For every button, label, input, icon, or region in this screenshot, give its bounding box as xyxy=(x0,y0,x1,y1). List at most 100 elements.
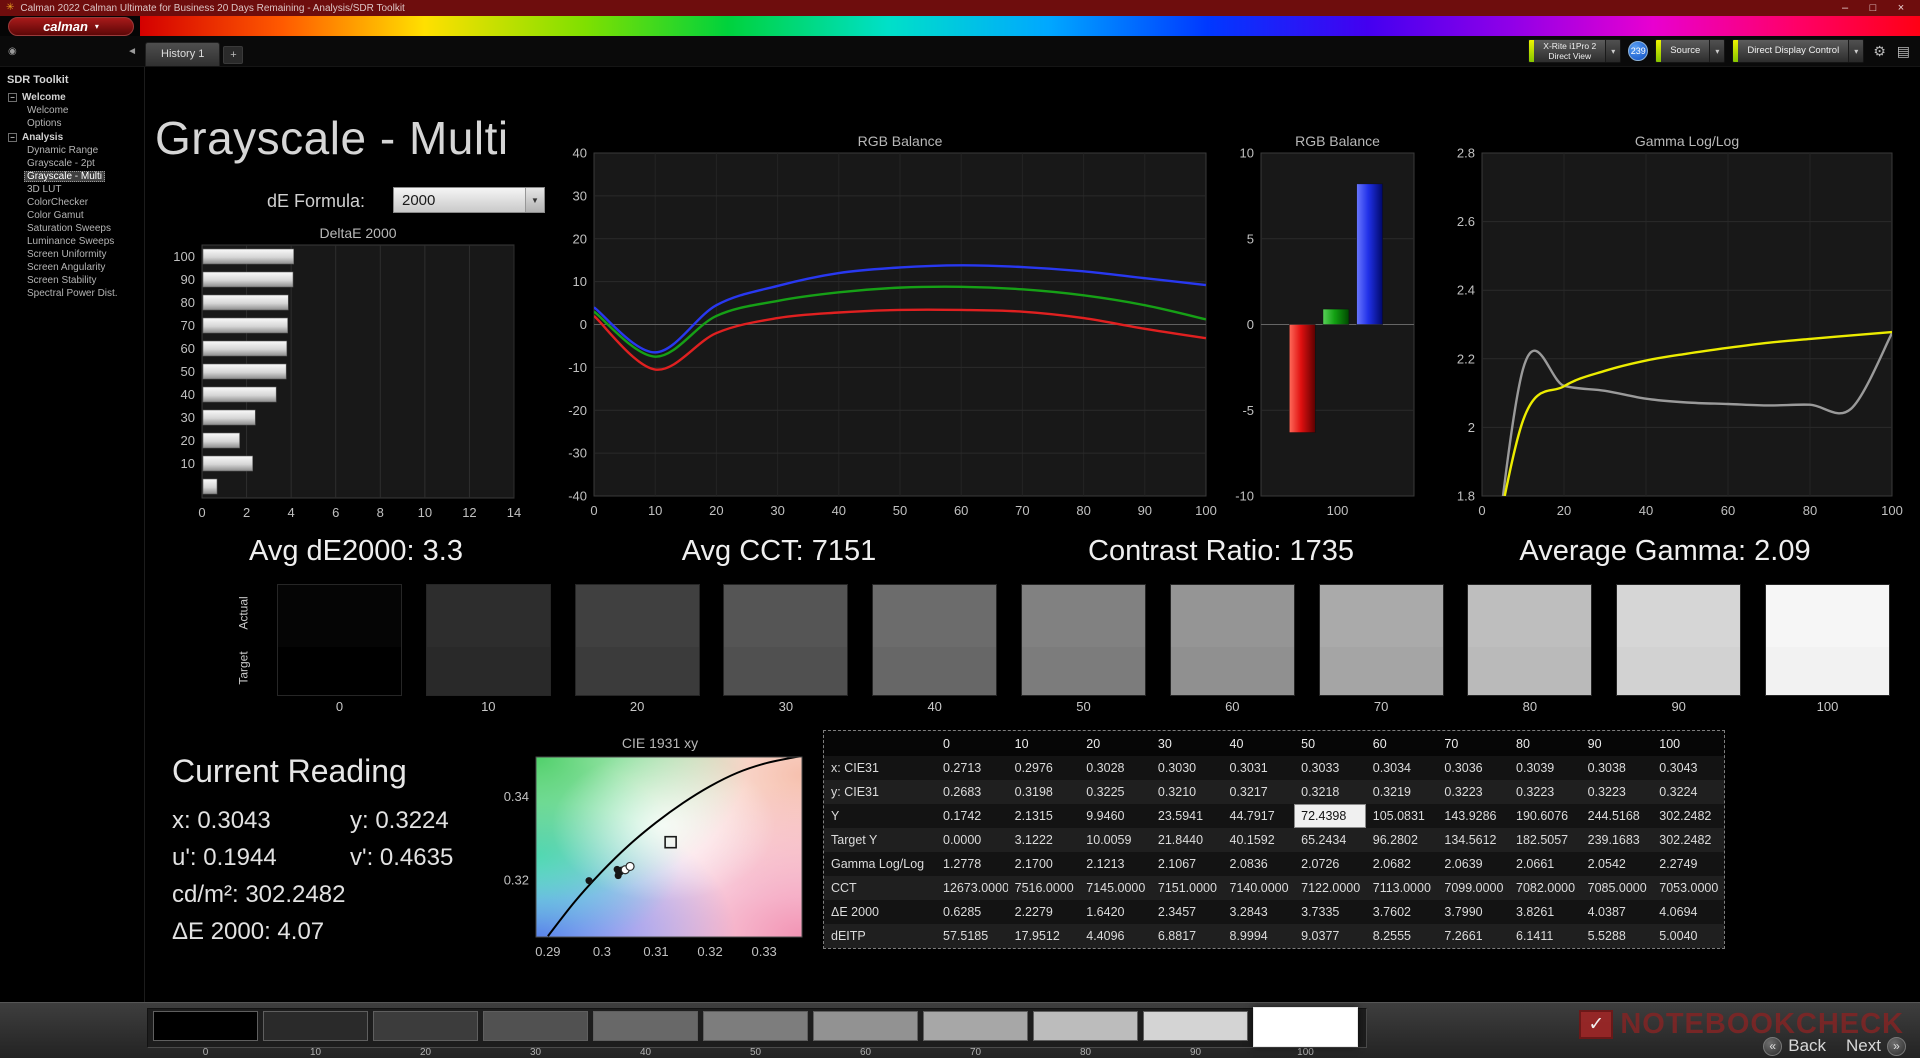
table-cell[interactable]: 7122.0000 xyxy=(1294,876,1366,900)
table-cell[interactable]: 0.3039 xyxy=(1509,756,1581,780)
chevron-down-icon[interactable]: ▾ xyxy=(1605,40,1621,62)
table-cell[interactable]: 0.3225 xyxy=(1079,780,1151,804)
table-cell[interactable]: 0.3210 xyxy=(1151,780,1223,804)
table-cell[interactable]: 0.3223 xyxy=(1509,780,1581,804)
table-cell[interactable]: 0.3034 xyxy=(1366,756,1438,780)
table-cell[interactable]: 7053.0000 xyxy=(1652,876,1724,900)
sidebar-item-screen-uniformity[interactable]: Screen Uniformity xyxy=(0,248,144,261)
table-cell[interactable]: 96.2802 xyxy=(1366,828,1438,852)
table-cell[interactable]: 0.0000 xyxy=(936,828,1008,852)
close-button[interactable]: × xyxy=(1888,0,1914,16)
pattern-level-90[interactable] xyxy=(1143,1011,1248,1041)
table-cell[interactable]: 3.2843 xyxy=(1223,900,1295,924)
sidebar-item-luminance-sweeps[interactable]: Luminance Sweeps xyxy=(0,235,144,248)
table-cell[interactable]: 7.2661 xyxy=(1437,924,1509,948)
table-cell[interactable]: 0.2976 xyxy=(1008,756,1080,780)
chevron-down-icon[interactable]: ▾ xyxy=(1848,40,1864,62)
table-cell[interactable]: 23.5941 xyxy=(1151,804,1223,828)
table-cell[interactable]: 57.5185 xyxy=(936,924,1008,948)
pattern-level-50[interactable] xyxy=(703,1011,808,1041)
tab-history-1[interactable]: History 1 xyxy=(145,41,221,66)
table-cell[interactable]: 6.8817 xyxy=(1151,924,1223,948)
table-cell[interactable]: 143.9286 xyxy=(1437,804,1509,828)
table-cell[interactable]: 21.8440 xyxy=(1151,828,1223,852)
table-cell[interactable]: 8.9994 xyxy=(1223,924,1295,948)
table-cell[interactable]: 0.3036 xyxy=(1437,756,1509,780)
table-cell[interactable]: 7145.0000 xyxy=(1079,876,1151,900)
table-cell[interactable]: 7099.0000 xyxy=(1437,876,1509,900)
table-cell[interactable]: 7151.0000 xyxy=(1151,876,1223,900)
table-cell[interactable]: 4.4096 xyxy=(1079,924,1151,948)
sidebar-item-screen-angularity[interactable]: Screen Angularity xyxy=(0,261,144,274)
table-cell[interactable]: 2.2749 xyxy=(1652,852,1724,876)
minimize-button[interactable]: – xyxy=(1832,0,1858,16)
table-cell[interactable]: 40.1592 xyxy=(1223,828,1295,852)
display-control-button[interactable]: Direct Display Control ▾ xyxy=(1732,39,1865,63)
table-cell[interactable]: 65.2434 xyxy=(1294,828,1366,852)
pattern-level-10[interactable] xyxy=(263,1011,368,1041)
table-cell[interactable]: 239.1683 xyxy=(1581,828,1653,852)
table-cell[interactable]: 5.0040 xyxy=(1652,924,1724,948)
meter-button[interactable]: X-Rite i1Pro 2 Direct View ▾ xyxy=(1528,39,1622,63)
pattern-level-60[interactable] xyxy=(813,1011,918,1041)
table-cell[interactable]: 7516.0000 xyxy=(1008,876,1080,900)
sidebar-item-dynamic-range[interactable]: Dynamic Range xyxy=(0,144,144,157)
table-cell[interactable]: 2.2279 xyxy=(1008,900,1080,924)
gear-icon[interactable]: ⚙ xyxy=(1871,43,1888,60)
pattern-level-20[interactable] xyxy=(373,1011,478,1041)
table-cell[interactable]: 7113.0000 xyxy=(1366,876,1438,900)
table-cell[interactable]: 2.0661 xyxy=(1509,852,1581,876)
table-cell[interactable]: 134.5612 xyxy=(1437,828,1509,852)
table-cell[interactable]: 0.3223 xyxy=(1437,780,1509,804)
table-cell[interactable]: 7140.0000 xyxy=(1223,876,1295,900)
table-cell[interactable]: 1.6420 xyxy=(1079,900,1151,924)
table-cell[interactable]: 2.0542 xyxy=(1581,852,1653,876)
pattern-level-100[interactable] xyxy=(1253,1007,1358,1047)
table-cell[interactable]: 105.0831 xyxy=(1366,804,1438,828)
target-icon[interactable]: ◉ xyxy=(8,46,17,57)
table-cell[interactable]: 2.0836 xyxy=(1223,852,1295,876)
table-cell[interactable]: 2.0682 xyxy=(1366,852,1438,876)
source-button[interactable]: Source ▾ xyxy=(1655,39,1726,63)
sidebar-group-analysis[interactable]: − Analysis xyxy=(0,130,144,144)
sidebar-item-options[interactable]: Options xyxy=(0,117,144,130)
table-cell[interactable]: 0.3224 xyxy=(1652,780,1724,804)
table-cell[interactable]: 302.2482 xyxy=(1652,828,1724,852)
sidebar-item-3d-lut[interactable]: 3D LUT xyxy=(0,183,144,196)
maximize-button[interactable]: □ xyxy=(1860,0,1886,16)
sidebar-item-color-gamut[interactable]: Color Gamut xyxy=(0,209,144,222)
table-cell[interactable]: 7085.0000 xyxy=(1581,876,1653,900)
table-cell[interactable]: 0.3030 xyxy=(1151,756,1223,780)
table-cell[interactable]: 2.1315 xyxy=(1008,804,1080,828)
table-cell[interactable]: 10.0059 xyxy=(1079,828,1151,852)
pattern-level-80[interactable] xyxy=(1033,1011,1138,1041)
pattern-level-70[interactable] xyxy=(923,1011,1028,1041)
panel-layout-icon[interactable]: ▤ xyxy=(1895,43,1912,60)
table-cell[interactable]: 12673.0000 xyxy=(936,876,1008,900)
pattern-level-30[interactable] xyxy=(483,1011,588,1041)
table-cell[interactable]: 0.2713 xyxy=(936,756,1008,780)
table-cell[interactable]: 0.3219 xyxy=(1366,780,1438,804)
table-cell[interactable]: 4.0694 xyxy=(1652,900,1724,924)
table-cell[interactable]: 0.3218 xyxy=(1294,780,1366,804)
table-cell[interactable]: 7082.0000 xyxy=(1509,876,1581,900)
table-cell[interactable]: 0.3038 xyxy=(1581,756,1653,780)
sidebar-item-screen-stability[interactable]: Screen Stability xyxy=(0,274,144,287)
sidebar-item-spectral-power-dist[interactable]: Spectral Power Dist. xyxy=(0,287,144,300)
sidebar-item-saturation-sweeps[interactable]: Saturation Sweeps xyxy=(0,222,144,235)
table-cell[interactable]: 0.3223 xyxy=(1581,780,1653,804)
back-button[interactable]: « Back xyxy=(1763,1036,1826,1056)
table-cell[interactable]: 2.1067 xyxy=(1151,852,1223,876)
table-cell[interactable]: 44.7917 xyxy=(1223,804,1295,828)
pattern-level-0[interactable] xyxy=(153,1011,258,1041)
table-cell[interactable]: 3.8261 xyxy=(1509,900,1581,924)
table-cell[interactable]: 6.1411 xyxy=(1509,924,1581,948)
table-cell[interactable]: 8.2555 xyxy=(1366,924,1438,948)
table-cell[interactable]: 9.9460 xyxy=(1079,804,1151,828)
table-cell[interactable]: 17.9512 xyxy=(1008,924,1080,948)
calman-menu-button[interactable]: calman ▾ xyxy=(8,16,134,36)
table-cell[interactable]: 0.3031 xyxy=(1223,756,1295,780)
chevron-down-icon[interactable]: ▾ xyxy=(1709,40,1725,62)
table-cell[interactable]: 2.0639 xyxy=(1437,852,1509,876)
table-cell[interactable]: 244.5168 xyxy=(1581,804,1653,828)
